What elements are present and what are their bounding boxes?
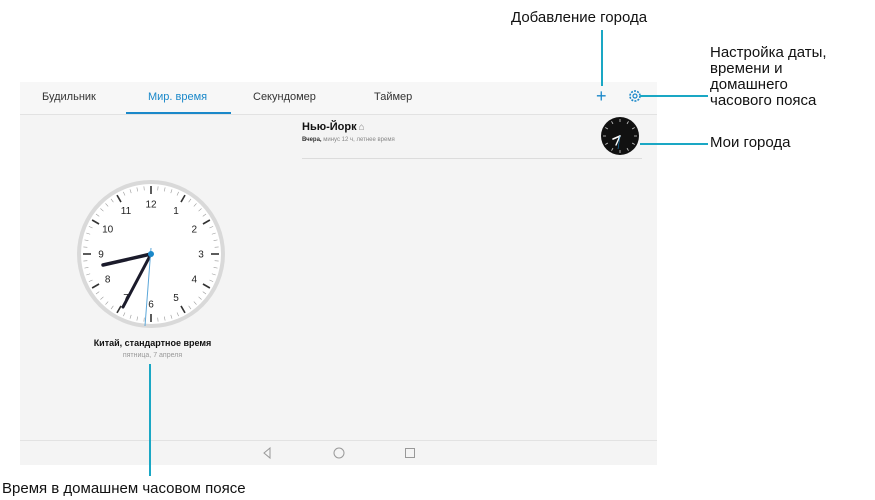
tab-stopwatch[interactable]: Секундомер — [253, 91, 316, 103]
home-button-icon[interactable] — [332, 446, 346, 460]
clock-numeral: 8 — [105, 275, 111, 286]
clock-numeral: 2 — [192, 225, 198, 236]
home-icon: ⌂ — [358, 122, 365, 133]
annotation-my-cities: Мои города — [710, 134, 791, 151]
tab-alarm[interactable]: Будильник — [42, 91, 96, 103]
callout-line-settings — [640, 95, 708, 97]
city-row-name[interactable]: Нью-Йорк ⌂ — [302, 121, 365, 133]
home-clock: 121234567891011 — [77, 180, 225, 328]
recents-icon[interactable] — [403, 446, 417, 460]
clock-numeral: 1 — [173, 206, 179, 217]
tab-bar: Будильник Мир. время Секундомер Таймер + — [20, 82, 657, 115]
tab-world-clock[interactable]: Мир. время — [148, 91, 207, 103]
tab-timer[interactable]: Таймер — [374, 91, 412, 103]
clock-numeral: 10 — [102, 225, 114, 236]
callout-line-home — [149, 364, 151, 476]
city-row-offset: Вчера, минус 12 ч, летнее время — [302, 137, 395, 143]
clock-numeral: 9 — [98, 250, 104, 261]
plus-icon[interactable]: + — [596, 86, 607, 106]
clock-numeral: 3 — [198, 250, 204, 261]
clock-numeral: 4 — [192, 275, 198, 286]
clock-numeral: 11 — [121, 206, 132, 217]
active-tab-indicator — [126, 112, 231, 114]
clock-app-screen: Будильник Мир. время Секундомер Таймер +… — [20, 82, 657, 465]
annotation-add-city: Добавление города — [511, 9, 648, 26]
divider — [302, 158, 642, 159]
annotation-home-time: Время в домашнем часовом поясе — [2, 480, 246, 497]
navigation-bar — [20, 440, 657, 465]
clock-numeral: 12 — [145, 200, 157, 211]
home-date: пятница, 7 апреля — [122, 352, 183, 359]
city-clock-icon[interactable] — [600, 116, 640, 156]
callout-line-add — [601, 30, 603, 86]
clock-numeral: 6 — [148, 300, 154, 311]
home-timezone-title: Китай, стандартное время — [93, 338, 212, 348]
clock-numeral: 5 — [173, 293, 179, 304]
annotation-settings: Настройка даты, времени и домашнего часо… — [710, 44, 827, 109]
back-icon[interactable] — [260, 446, 274, 460]
callout-line-cities — [640, 143, 708, 145]
